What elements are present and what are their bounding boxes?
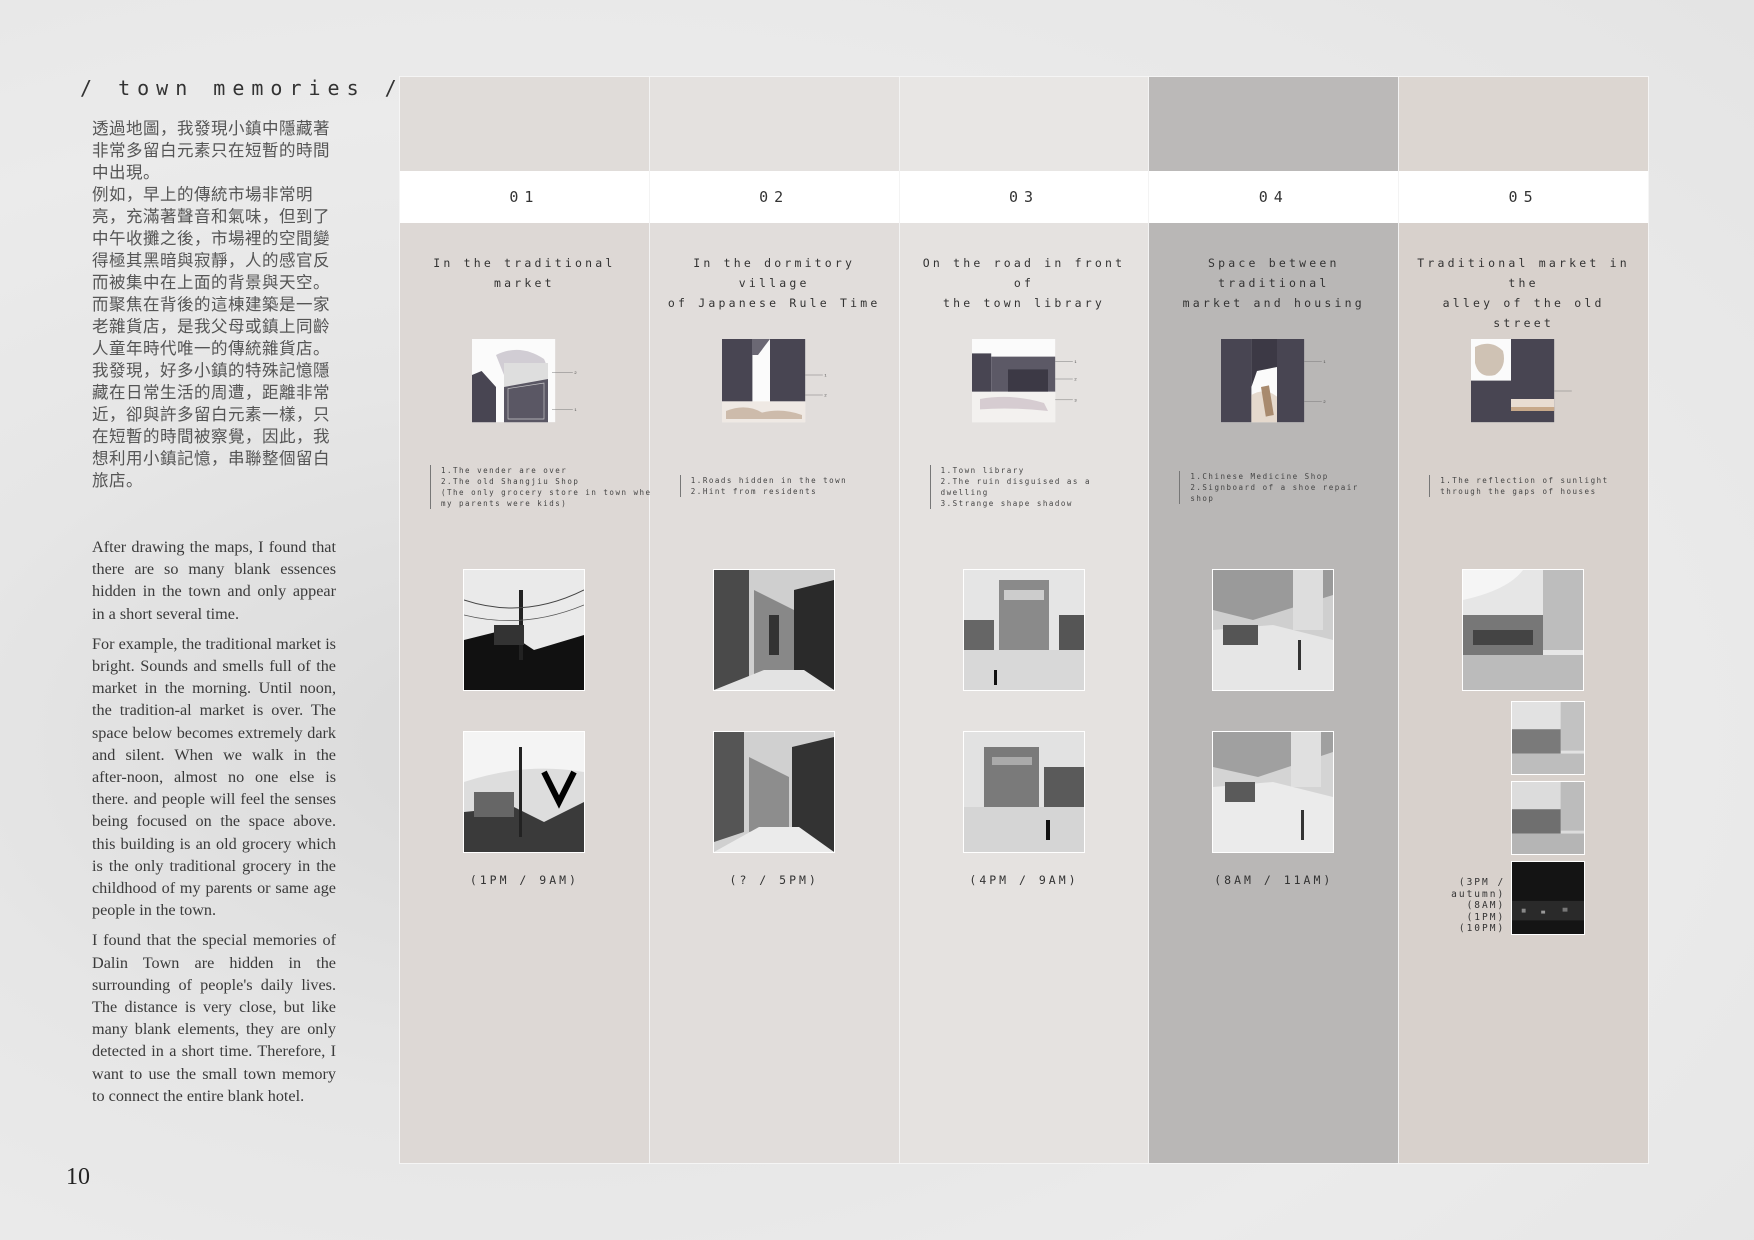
page-number: 10 bbox=[66, 1164, 90, 1190]
memory-board: 01 In the traditional market 2 1 1.The v… bbox=[399, 76, 1649, 1164]
note-line: dwelling bbox=[940, 488, 989, 497]
memory-column-01: 01 In the traditional market 2 1 1.The v… bbox=[400, 77, 658, 1163]
site-photo-small-2 bbox=[1511, 781, 1586, 855]
en-paragraph: After drawing the maps, I found that the… bbox=[92, 538, 336, 623]
note-line: 2.The ruin disguised as a bbox=[940, 477, 1091, 486]
note-line: through the gaps of houses bbox=[1440, 487, 1597, 496]
visit-times: (? / 5PM) bbox=[729, 873, 819, 887]
zh-paragraph: 我發現，好多小鎮的特殊記憶隱藏在日常生活的周遭，距離非常近，卻與許多留白元素一樣… bbox=[92, 361, 330, 490]
note-line: my parents were kids) bbox=[441, 499, 568, 508]
annotation-notes: 1.The vender are over 2.The old Shangjiu… bbox=[430, 465, 658, 509]
column-number-band: 05 bbox=[1399, 171, 1648, 223]
svg-text:1: 1 bbox=[574, 407, 577, 412]
column-header-tint bbox=[1149, 77, 1399, 171]
note-line: shop bbox=[1190, 494, 1215, 503]
svg-text:2: 2 bbox=[824, 393, 827, 398]
massing-diagram: 2 1 bbox=[472, 339, 577, 423]
svg-text:2: 2 bbox=[574, 370, 577, 375]
time-line: autumn) bbox=[1451, 888, 1506, 900]
note-line: 3.Strange shape shadow bbox=[940, 499, 1073, 508]
site-photo-1 bbox=[463, 569, 585, 691]
svg-text:2: 2 bbox=[1324, 399, 1327, 404]
massing-diagram: 1 2 3 bbox=[971, 339, 1077, 423]
note-line: 1.The reflection of sunlight bbox=[1440, 476, 1609, 485]
column-number: 02 bbox=[759, 188, 790, 206]
memory-column-05: 05 Traditional market in the alley of th… bbox=[1399, 77, 1648, 1163]
note-line: 2.Signboard of a shoe repair bbox=[1190, 483, 1359, 492]
column-number: 03 bbox=[1008, 188, 1040, 206]
column-number-band: 03 bbox=[899, 171, 1149, 223]
visit-times: (8AM / 11AM) bbox=[1214, 873, 1334, 887]
svg-text:1: 1 bbox=[824, 373, 827, 378]
site-photo-2 bbox=[962, 731, 1085, 853]
location-title: Traditional market in the alley of the o… bbox=[1417, 256, 1630, 330]
visit-times: (4PM / 9AM) bbox=[969, 873, 1079, 887]
time-line: (1PM) bbox=[1466, 911, 1506, 923]
time-line: (3PM / bbox=[1458, 877, 1506, 888]
memory-column-04: 04 Space between traditional market and … bbox=[1149, 77, 1400, 1163]
site-photo-1 bbox=[1462, 569, 1585, 691]
massing-diagram: 1 2 bbox=[1221, 339, 1327, 423]
column-number-band: 02 bbox=[649, 171, 899, 223]
column-number: 04 bbox=[1258, 188, 1289, 206]
note-line: 1.Chinese Medicine Shop bbox=[1190, 472, 1329, 481]
site-photo-2 bbox=[1212, 731, 1335, 853]
site-photo-1 bbox=[712, 569, 835, 691]
time-line: (8AM) bbox=[1466, 900, 1506, 911]
annotation-notes: 1.The reflection of sunlight through the… bbox=[1429, 475, 1624, 497]
column-number: 05 bbox=[1508, 188, 1539, 206]
note-line: 1.Roads hidden in the town bbox=[690, 476, 848, 485]
time-line: (10PM) bbox=[1458, 923, 1506, 934]
memory-column-02: 02 In the dormitory village of Japanese … bbox=[649, 77, 900, 1163]
intro-english-text: After drawing the maps, I found that the… bbox=[92, 536, 336, 1115]
note-line: (The only grocery store in town when bbox=[441, 488, 658, 497]
zh-paragraph: 例如，早上的傳統市場非常明亮，充滿著聲音和氣味，但到了中午收攤之後，市場裡的空間… bbox=[92, 185, 330, 358]
annotation-notes: 1.Town library 2.The ruin disguised as a… bbox=[929, 465, 1125, 509]
section-title: / town memories / bbox=[80, 76, 404, 100]
site-photo-small-1 bbox=[1511, 701, 1586, 775]
site-photo-1 bbox=[1212, 569, 1335, 691]
location-title: Space between traditional market and hou… bbox=[1182, 256, 1365, 310]
annotation-notes: 1.Chinese Medicine Shop 2.Signboard of a… bbox=[1179, 471, 1374, 504]
note-line: 2.The old Shangjiu Shop bbox=[441, 477, 580, 486]
location-title: On the road in front of the town library bbox=[922, 256, 1126, 310]
column-header-tint bbox=[899, 77, 1149, 171]
site-photo-small-night bbox=[1511, 861, 1586, 935]
massing-diagram bbox=[1471, 339, 1572, 423]
location-title: In the dormitory village of Japanese Rul… bbox=[667, 256, 881, 310]
en-paragraph: For example, the traditional market is b… bbox=[92, 634, 336, 920]
zh-paragraph: 透過地圖，我發現小鎮中隱藏著非常多留白元素只在短暫的時間中出現。 bbox=[92, 119, 330, 182]
note-line: 1.The vender are over bbox=[441, 466, 568, 475]
intro-chinese-text: 透過地圖，我發現小鎮中隱藏著非常多留白元素只在短暫的時間中出現。 例如，早上的傳… bbox=[92, 118, 336, 492]
column-header-tint bbox=[1399, 77, 1648, 171]
svg-text:3: 3 bbox=[1074, 397, 1077, 402]
column-header-tint bbox=[400, 77, 649, 171]
site-photo-2 bbox=[712, 731, 835, 853]
site-photo-1 bbox=[962, 569, 1085, 691]
column-number: 01 bbox=[509, 188, 540, 206]
note-line: 2.Hint from residents bbox=[690, 487, 818, 496]
en-paragraph: I found that the special memories of Dal… bbox=[92, 931, 336, 1105]
column-header-tint bbox=[649, 77, 899, 171]
note-line: 1.Town library bbox=[940, 466, 1025, 475]
visit-times: (1PM / 9AM) bbox=[469, 873, 579, 887]
location-title: In the traditional market bbox=[433, 256, 616, 290]
annotation-notes: 1.Roads hidden in the town 2.Hint from r… bbox=[679, 475, 875, 497]
svg-text:1: 1 bbox=[1074, 359, 1077, 364]
site-photo-2 bbox=[463, 731, 585, 853]
massing-diagram: 1 2 bbox=[721, 339, 827, 423]
column-number-band: 04 bbox=[1149, 171, 1399, 223]
visit-times: (3PM / autumn) (8AM) (1PM) (10PM) bbox=[1445, 877, 1505, 935]
svg-text:2: 2 bbox=[1074, 377, 1077, 382]
memory-column-03: 03 On the road in front of the town libr… bbox=[899, 77, 1150, 1163]
svg-text:1: 1 bbox=[1324, 359, 1327, 364]
column-number-band: 01 bbox=[400, 171, 649, 223]
